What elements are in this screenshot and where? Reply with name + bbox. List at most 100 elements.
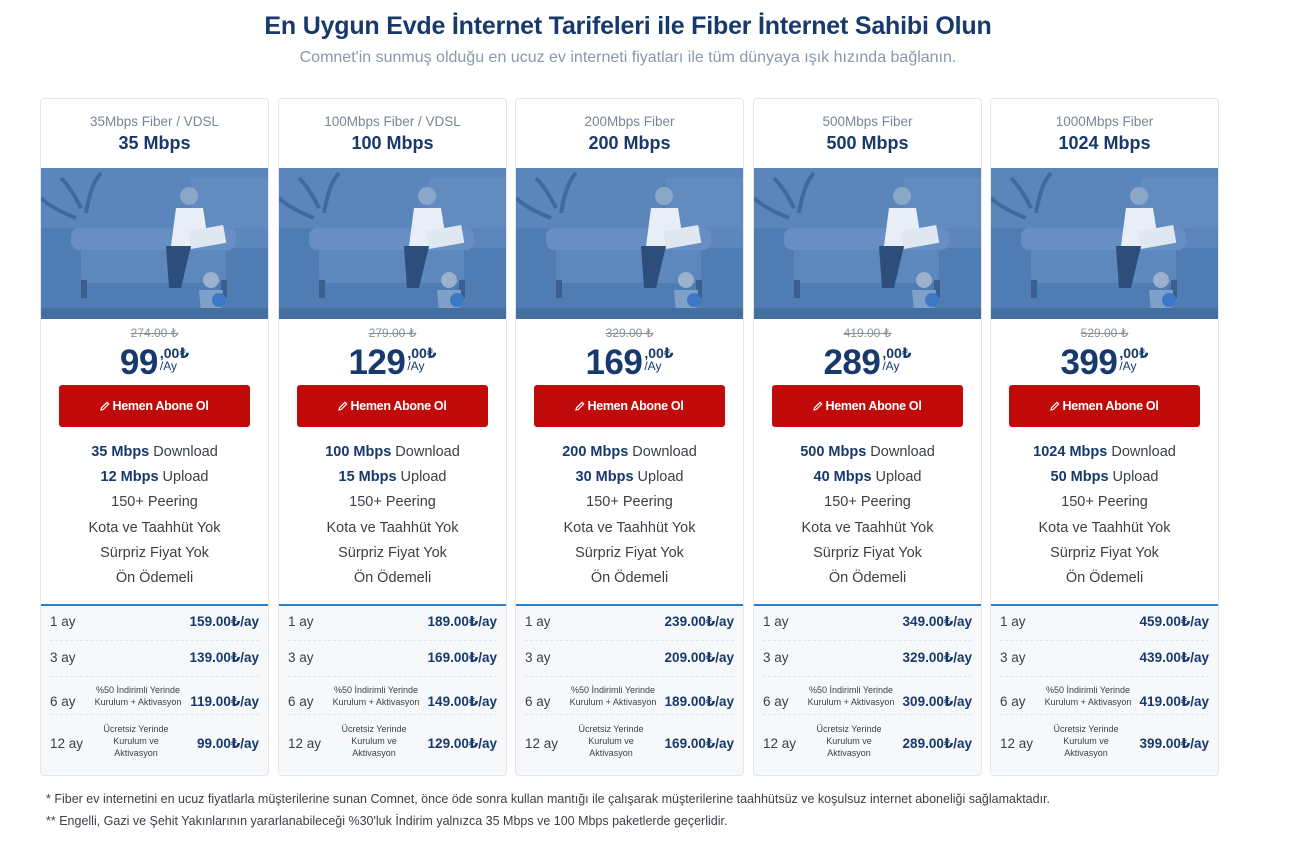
- plan-type: 35Mbps Fiber / VDSL: [89, 114, 220, 129]
- feature-item: Sürpriz Fiyat Yok: [41, 541, 268, 566]
- family-photo: [754, 168, 981, 319]
- term-period: 6 ay: [50, 694, 76, 709]
- term-divider: [288, 676, 497, 677]
- feature-text: Ön Ödemeli: [590, 569, 669, 586]
- subscribe-button[interactable]: Hemen Abone Ol: [534, 385, 725, 427]
- feature-highlight: 15 Mbps: [338, 469, 397, 486]
- term-divider: [525, 676, 734, 677]
- feature-item: 150+ Peering: [754, 490, 981, 515]
- term-period: 1 ay: [1000, 614, 1026, 629]
- footnote-1: * Fiber ev internetini en ucuz fiyatlarl…: [46, 792, 1050, 806]
- term-price: 129.00₺/ay: [427, 736, 497, 751]
- plan-header: 500Mbps Fiber 500 Mbps: [754, 99, 981, 168]
- subscribe-button[interactable]: Hemen Abone Ol: [59, 385, 250, 427]
- price-unit: /Ay: [1119, 359, 1137, 373]
- feature-text: Upload: [633, 469, 684, 486]
- family-photo: [516, 168, 743, 319]
- feature-item: 1024 Mbps Download: [991, 440, 1218, 465]
- term-price: 209.00₺/ay: [664, 650, 734, 665]
- feature-item: Kota ve Taahhüt Yok: [991, 516, 1218, 541]
- feature-text: 150+ Peering: [1061, 494, 1148, 511]
- plan-speed: 35 Mbps: [118, 133, 191, 153]
- feature-text: Download: [1107, 444, 1176, 460]
- feature-item: 150+ Peering: [991, 490, 1218, 515]
- plan-speed: 200 Mbps: [588, 133, 671, 153]
- term-divider: [763, 640, 972, 641]
- feature-list: 35 Mbps Download 12 Mbps Upload 150+ Peeri…: [41, 440, 268, 591]
- subscribe-button-label: Hemen Abone Ol: [825, 399, 922, 413]
- price: 289,00₺/Ay: [754, 343, 981, 383]
- feature-highlight: 12 Mbps: [100, 469, 159, 486]
- feature-text: 150+ Peering: [349, 494, 436, 511]
- term-price: 349.00₺/ay: [902, 614, 972, 629]
- term-divider: [763, 714, 972, 715]
- feature-item: Sürpriz Fiyat Yok: [754, 541, 981, 566]
- plan-type: 500Mbps Fiber: [822, 114, 913, 129]
- feature-text: Sürpriz Fiyat Yok: [1050, 544, 1159, 561]
- term-price: 329.00₺/ay: [902, 650, 972, 665]
- plan-image: [279, 168, 506, 319]
- term-price: 439.00₺/ay: [1139, 650, 1209, 665]
- subscribe-button[interactable]: Hemen Abone Ol: [1009, 385, 1200, 427]
- plan-image: [754, 168, 981, 319]
- feature-text: Ön Ödemeli: [1065, 569, 1144, 586]
- family-photo: [991, 168, 1218, 319]
- plan-image: [516, 168, 743, 319]
- family-photo: [41, 168, 268, 319]
- feature-item: Sürpriz Fiyat Yok: [516, 541, 743, 566]
- feature-item: Ön Ödemeli: [991, 566, 1218, 591]
- feature-item: 150+ Peering: [279, 490, 506, 515]
- feature-highlight: 35 Mbps: [91, 444, 150, 460]
- feature-text: Ön Ödemeli: [115, 569, 194, 586]
- subscribe-button[interactable]: Hemen Abone Ol: [297, 385, 488, 427]
- pencil-icon: [1050, 385, 1061, 427]
- feature-text: Download: [866, 444, 935, 460]
- term-note: Ücretsiz Yerinde Kurulum ve Aktivasyon: [1053, 724, 1119, 758]
- feature-item: 30 Mbps Upload: [516, 465, 743, 490]
- feature-list: 100 Mbps Download 15 Mbps Upload 150+ Peer…: [279, 440, 506, 591]
- term-note: Ücretsiz Yerinde Kurulum ve Aktivasyon: [578, 724, 644, 758]
- term-divider: [50, 714, 259, 715]
- term-divider: [1000, 676, 1209, 677]
- old-price: 279.00 ₺: [368, 326, 417, 340]
- term-pricing-table: 1 ay 159.00₺/ay 3 ay 139.00₺/ay 6 ay %50 İndi…: [41, 604, 268, 775]
- term-period: 3 ay: [1000, 650, 1026, 665]
- term-pricing-table: 1 ay 459.00₺/ay 3 ay 439.00₺/ay 6 ay %50 İndi…: [991, 604, 1218, 775]
- subscribe-button-label: Hemen Abone Ol: [587, 399, 684, 413]
- term-price: 149.00₺/ay: [427, 694, 497, 709]
- feature-item: 15 Mbps Upload: [279, 465, 506, 490]
- price-unit: /Ay: [644, 359, 662, 373]
- term-pricing-table: 1 ay 349.00₺/ay 3 ay 329.00₺/ay 6 ay %50 İndi…: [754, 604, 981, 775]
- feature-text: Kota ve Taahhüt Yok: [563, 519, 696, 536]
- term-divider: [50, 640, 259, 641]
- plan-image: [41, 168, 268, 319]
- subscribe-button[interactable]: Hemen Abone Ol: [772, 385, 963, 427]
- feature-text: Sürpriz Fiyat Yok: [813, 544, 922, 561]
- term-period: 12 ay: [50, 736, 84, 751]
- subscribe-button-label: Hemen Abone Ol: [112, 399, 209, 413]
- plan-card: 35Mbps Fiber / VDSL 35 Mbps 274.00 ₺ 99,00₺…: [40, 98, 269, 776]
- term-period: 3 ay: [50, 650, 76, 665]
- term-period: 12 ay: [763, 736, 797, 751]
- feature-text: Upload: [158, 469, 209, 486]
- feature-item: 50 Mbps Upload: [991, 465, 1218, 490]
- feature-text: Kota ve Taahhüt Yok: [326, 519, 459, 536]
- plan-speed: 1024 Mbps: [1058, 133, 1151, 153]
- term-period: 12 ay: [525, 736, 559, 751]
- feature-item: Sürpriz Fiyat Yok: [991, 541, 1218, 566]
- subscribe-button-label: Hemen Abone Ol: [350, 399, 447, 413]
- term-note: %50 İndirimli Yerinde Kurulum + Aktivasy…: [94, 685, 182, 707]
- term-price: 189.00₺/ay: [664, 694, 734, 709]
- plan-header: 200Mbps Fiber 200 Mbps: [516, 99, 743, 168]
- page-title: En Uygun Evde İnternet Tarifeleri ile Fi…: [264, 12, 992, 40]
- feature-item: Ön Ödemeli: [754, 566, 981, 591]
- term-divider: [763, 676, 972, 677]
- term-price: 189.00₺/ay: [427, 614, 497, 629]
- price-unit: /Ay: [882, 359, 900, 373]
- feature-item: 35 Mbps Download: [41, 440, 268, 465]
- price-amount: 399: [1060, 343, 1118, 382]
- plan-speed: 100 Mbps: [351, 133, 434, 153]
- feature-item: Sürpriz Fiyat Yok: [279, 541, 506, 566]
- plan-card: 200Mbps Fiber 200 Mbps 329.00 ₺ 169,00₺/Ay H…: [515, 98, 744, 776]
- term-period: 3 ay: [288, 650, 314, 665]
